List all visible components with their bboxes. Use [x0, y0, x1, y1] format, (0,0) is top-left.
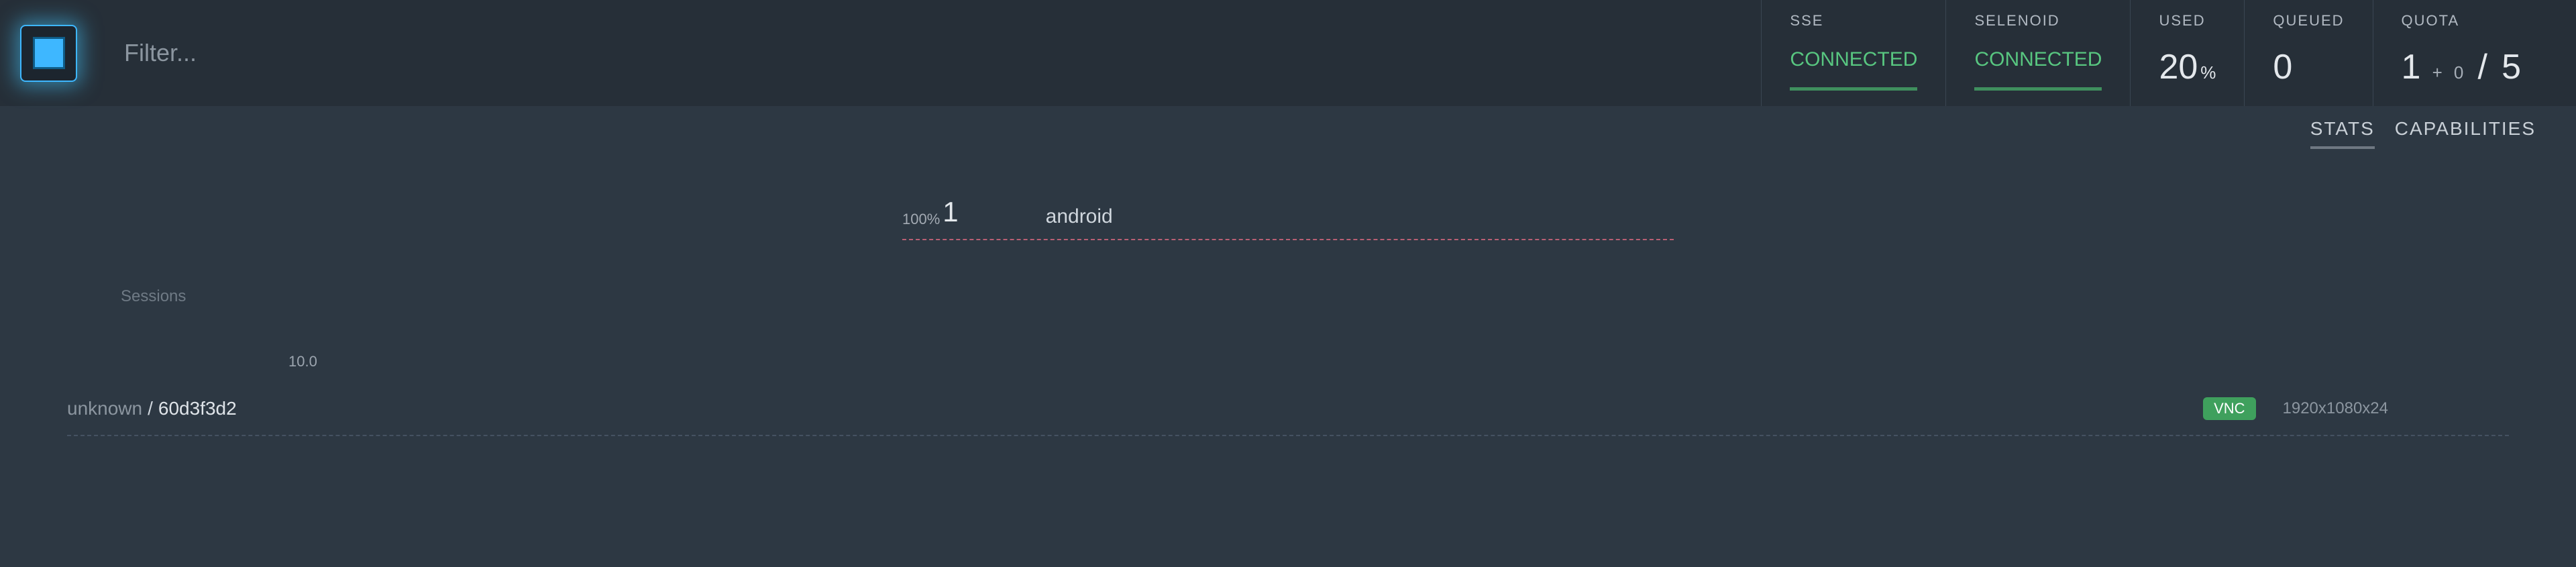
- stat-sse-value: CONNECTED: [1790, 50, 1917, 91]
- quota-pending: 0: [2454, 62, 2463, 83]
- session-version: 10.0: [288, 353, 2509, 370]
- session-resolution: 1920x1080x24: [2283, 399, 2388, 418]
- stat-selenoid-value: CONNECTED: [1974, 50, 2102, 91]
- stat-used-label: USED: [2159, 12, 2216, 30]
- app-logo[interactable]: [20, 25, 77, 82]
- stat-selenoid-label: SELENOID: [1974, 12, 2102, 30]
- stat-selenoid: SELENOID CONNECTED: [1945, 0, 2130, 106]
- sessions-heading: Sessions: [121, 287, 2509, 306]
- quota-total: 5: [2502, 48, 2521, 87]
- filter-input[interactable]: [124, 39, 1761, 67]
- tab-stats[interactable]: STATS: [2310, 118, 2375, 149]
- sessions-section: Sessions 10.0 unknown / 60d3f3d2 VNC 192…: [0, 287, 2576, 436]
- session-browser-name: unknown: [67, 398, 142, 419]
- session-id: 60d3f3d2: [158, 398, 237, 419]
- session-row[interactable]: unknown / 60d3f3d2 VNC 1920x1080x24: [67, 382, 2509, 436]
- stat-used: USED 20%: [2130, 0, 2244, 106]
- stat-sse: SSE CONNECTED: [1761, 0, 1945, 106]
- tab-capabilities[interactable]: CAPABILITIES: [2395, 118, 2536, 149]
- queued-number: 0: [2273, 48, 2292, 87]
- stat-queued-value: 0: [2273, 50, 2344, 85]
- vnc-badge[interactable]: VNC: [2203, 397, 2255, 420]
- used-unit: %: [2200, 62, 2216, 83]
- browser-summary-bar[interactable]: 100% 1 android: [902, 196, 1674, 240]
- stat-queued-label: QUEUED: [2273, 12, 2344, 30]
- app-logo-icon: [33, 37, 65, 69]
- stat-quota: QUOTA 1 + 0 / 5: [2373, 0, 2549, 106]
- tabs-row: STATS CAPABILITIES: [0, 106, 2576, 149]
- quota-used: 1: [2402, 48, 2421, 87]
- browser-percent: 100%: [902, 211, 940, 228]
- stat-quota-label: QUOTA: [2402, 12, 2521, 30]
- session-separator: /: [148, 398, 153, 419]
- stats-panel: SSE CONNECTED SELENOID CONNECTED USED 20…: [1761, 0, 2549, 106]
- browser-name: android: [1046, 205, 1113, 228]
- stat-sse-label: SSE: [1790, 12, 1917, 30]
- used-number: 20: [2159, 48, 2198, 87]
- stat-quota-value: 1 + 0 / 5: [2402, 50, 2521, 85]
- browser-count: 1: [943, 196, 958, 228]
- topbar: SSE CONNECTED SELENOID CONNECTED USED 20…: [0, 0, 2576, 106]
- stat-queued: QUEUED 0: [2244, 0, 2372, 106]
- stat-used-value: 20%: [2159, 50, 2216, 85]
